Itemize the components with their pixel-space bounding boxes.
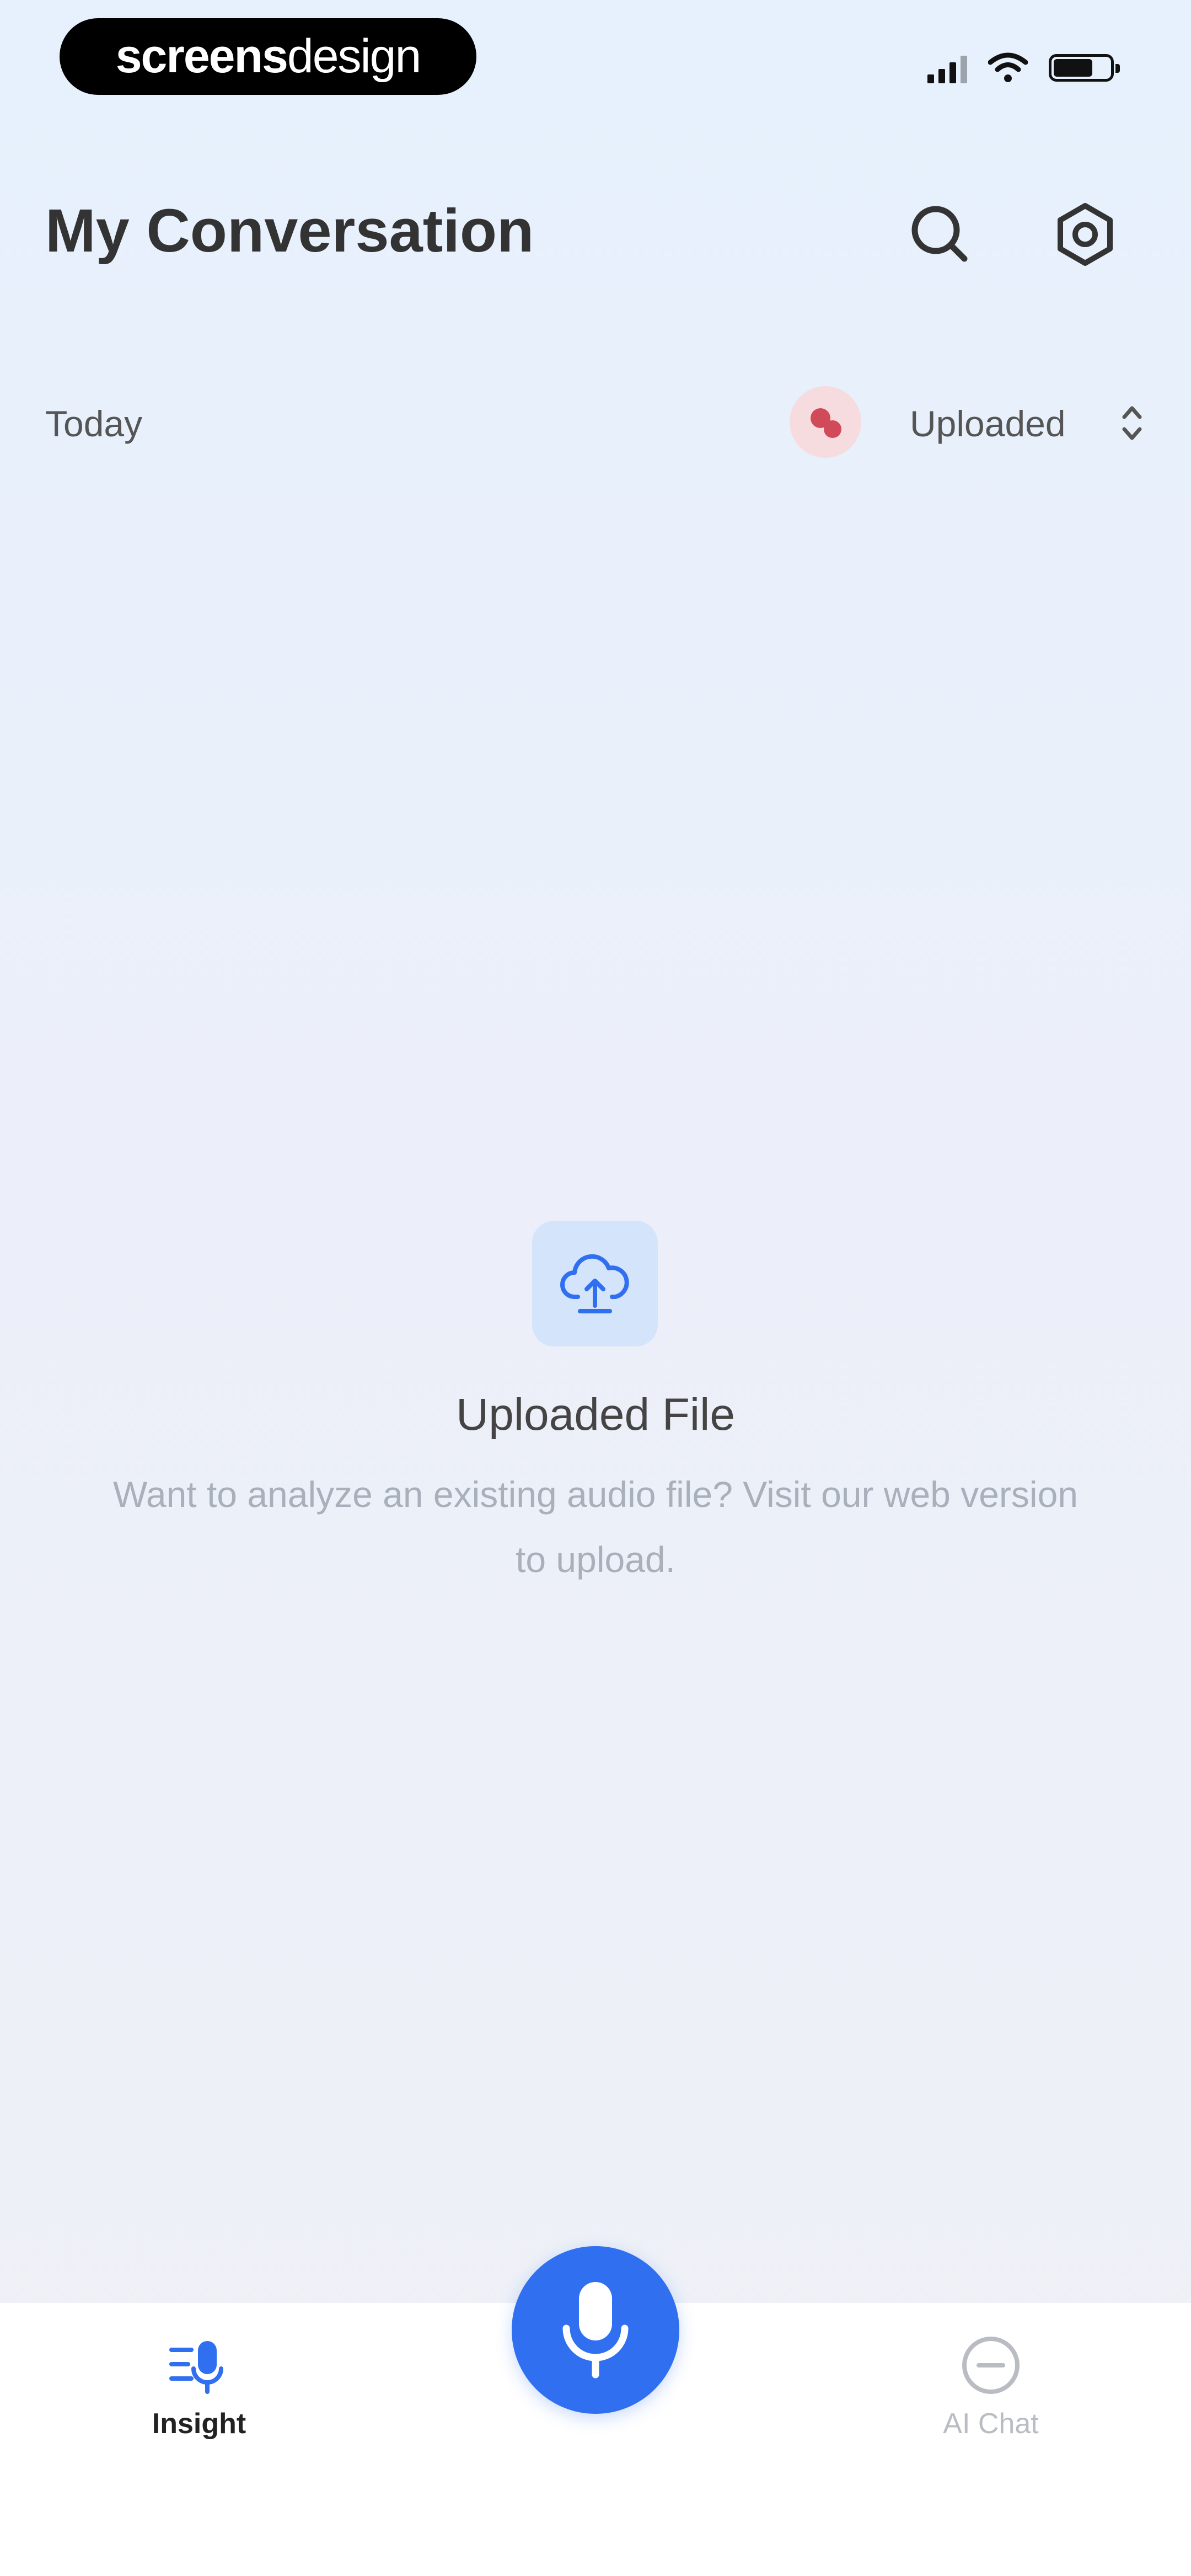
sort-dropdown-label[interactable]: Uploaded — [910, 403, 1066, 445]
watermark-part1: screens — [115, 30, 288, 83]
watermark-logo: screens design — [60, 18, 476, 95]
status-bar — [927, 49, 1120, 87]
record-button[interactable] — [512, 2246, 679, 2414]
tab-ai-chat[interactable]: AI Chat — [922, 2333, 1060, 2440]
cellular-signal-icon — [927, 52, 967, 83]
empty-state-title: Uploaded File — [456, 1389, 735, 1440]
sort-arrows-icon[interactable] — [1117, 398, 1147, 448]
settings-hexagon-icon — [1058, 203, 1113, 266]
search-icon — [911, 206, 968, 262]
watermark-part2: design — [287, 30, 421, 83]
tab-insight[interactable]: Insight — [130, 2333, 268, 2440]
empty-state-description: Want to analyze an existing audio file? … — [113, 1474, 1078, 1580]
wifi-icon — [988, 52, 1028, 82]
date-section-label: Today — [45, 403, 143, 444]
insight-mic-icon — [169, 2341, 223, 2394]
record-badge[interactable] — [790, 386, 861, 458]
battery-icon — [1049, 54, 1120, 82]
record-badge-icon — [811, 408, 841, 438]
tab-insight-label: Insight — [152, 2408, 246, 2440]
microphone-icon — [562, 2282, 629, 2379]
page-title: My Conversation — [45, 197, 534, 265]
upload-icon-box — [532, 1221, 658, 1346]
tab-ai-chat-label: AI Chat — [943, 2408, 1039, 2440]
search-button[interactable] — [899, 193, 981, 276]
settings-button[interactable] — [1044, 193, 1126, 276]
cloud-upload-icon — [560, 1254, 629, 1313]
chat-bubble-icon — [962, 2337, 1020, 2394]
